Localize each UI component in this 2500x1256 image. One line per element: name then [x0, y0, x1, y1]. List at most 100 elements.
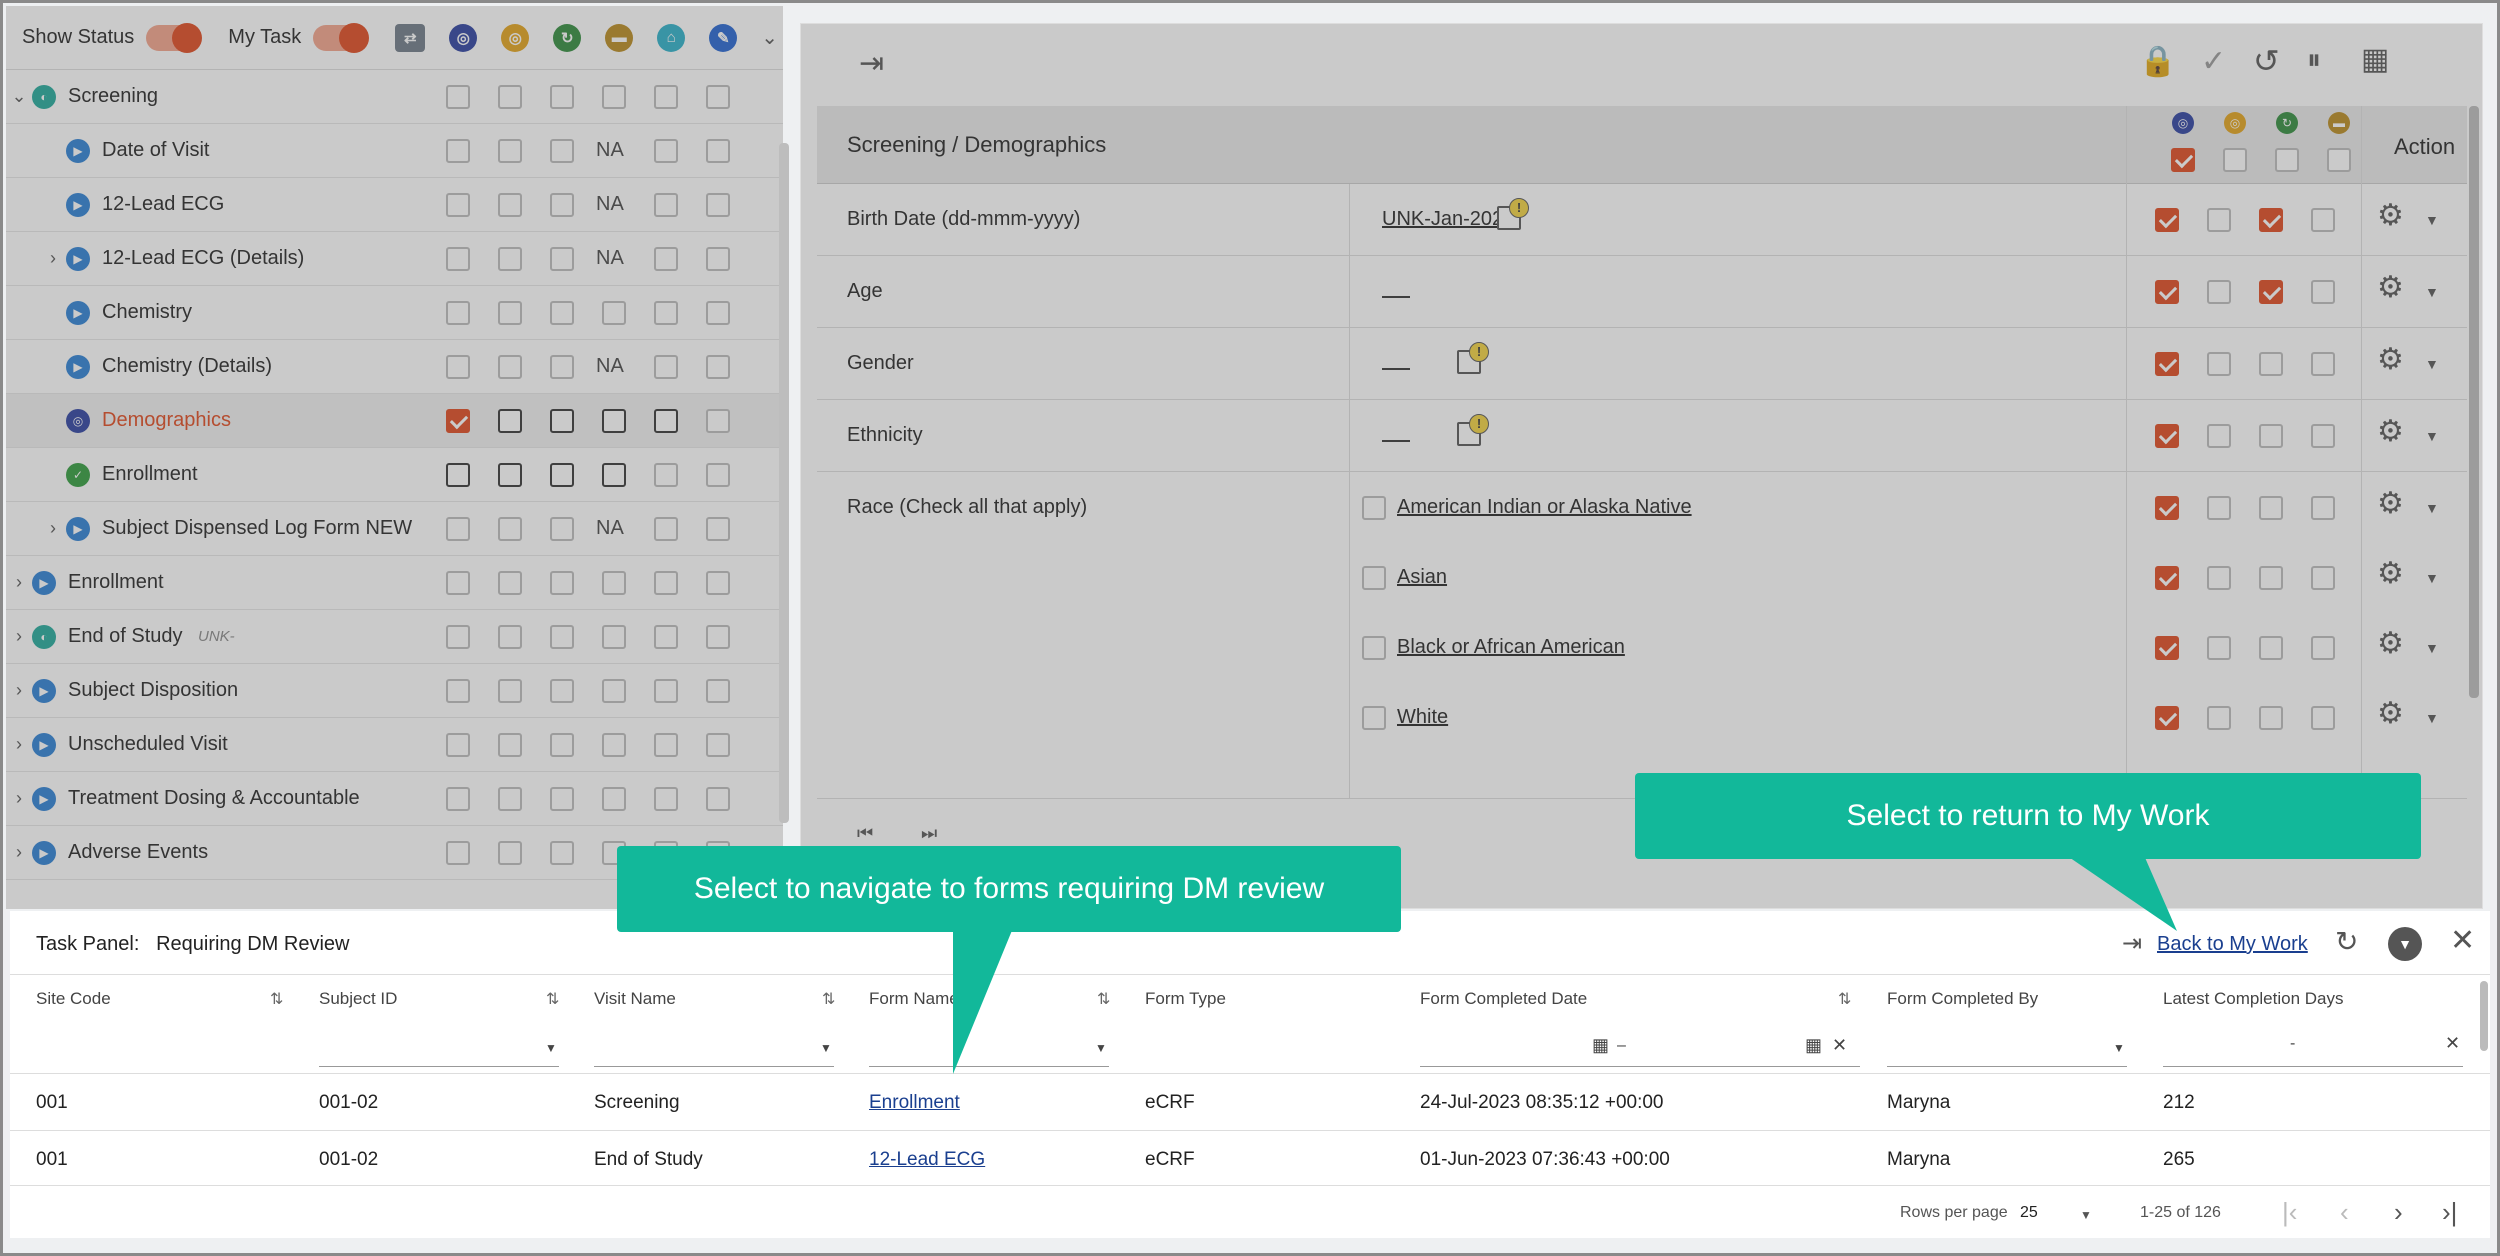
- checkbox[interactable]: [654, 192, 678, 217]
- caret-down-icon[interactable]: ▼: [2113, 1041, 2125, 1055]
- race-option-checkbox[interactable]: [1362, 706, 1386, 730]
- caret-down-icon[interactable]: ▼: [2425, 428, 2439, 444]
- checkbox[interactable]: [654, 786, 678, 811]
- checkbox[interactable]: [550, 516, 574, 541]
- caret-down-icon[interactable]: ▼: [2425, 284, 2439, 300]
- checkbox[interactable]: [2311, 352, 2335, 376]
- gear-icon[interactable]: ⚙: [2377, 198, 2404, 233]
- header-checkbox[interactable]: [2223, 148, 2247, 172]
- checkbox[interactable]: [654, 678, 678, 703]
- checkbox[interactable]: [706, 786, 730, 811]
- column-header-subject-id[interactable]: Subject ID: [319, 989, 397, 1009]
- checkbox[interactable]: [602, 300, 626, 325]
- gear-icon[interactable]: ⚙: [2377, 270, 2404, 305]
- query-note-icon[interactable]: [1497, 198, 1529, 230]
- race-option-label[interactable]: Asian: [1397, 566, 1447, 589]
- checkbox[interactable]: [498, 192, 522, 217]
- collapse-panel-icon[interactable]: ▼: [2388, 927, 2422, 961]
- race-option-checkbox[interactable]: [1362, 566, 1386, 590]
- checkbox[interactable]: [446, 192, 470, 217]
- checkbox-checked[interactable]: [2155, 706, 2179, 730]
- checkbox-checked[interactable]: [2155, 280, 2179, 304]
- checkbox[interactable]: [2311, 424, 2335, 448]
- checkbox[interactable]: [2207, 706, 2231, 730]
- checkbox[interactable]: [446, 84, 470, 109]
- checkbox[interactable]: [706, 138, 730, 163]
- visit-name-filter[interactable]: [594, 1041, 834, 1067]
- checkbox[interactable]: [2207, 636, 2231, 660]
- subject-id-filter[interactable]: [319, 1041, 559, 1067]
- checkbox[interactable]: [706, 462, 730, 487]
- checkbox-checked[interactable]: [2155, 566, 2179, 590]
- exit-icon[interactable]: ⇥: [859, 46, 884, 81]
- race-option-label[interactable]: Black or African American: [1397, 636, 1625, 659]
- lock-status-icon[interactable]: ⌂: [657, 23, 686, 52]
- checkbox[interactable]: [550, 624, 574, 649]
- checkbox[interactable]: [2311, 496, 2335, 520]
- completion-days-filter[interactable]: [2163, 1041, 2463, 1067]
- checkbox[interactable]: [550, 192, 574, 217]
- checkbox[interactable]: [550, 570, 574, 595]
- tree-item-subject-dispensed-log[interactable]: › ▶ Subject Dispensed Log Form NEW NA: [6, 502, 783, 556]
- race-option-checkbox[interactable]: [1362, 636, 1386, 660]
- checkbox[interactable]: [446, 840, 470, 865]
- birth-date-value[interactable]: UNK-Jan-2021: [1382, 208, 1514, 231]
- show-status-toggle[interactable]: [146, 22, 203, 53]
- clear-icon[interactable]: ✕: [1832, 1035, 1847, 1056]
- lock-icon[interactable]: 🔒: [2139, 44, 2176, 79]
- checkbox-checked[interactable]: [2155, 636, 2179, 660]
- checkbox[interactable]: [706, 300, 730, 325]
- check-icon[interactable]: ✓: [2201, 44, 2226, 79]
- gear-icon[interactable]: ⚙: [2377, 556, 2404, 591]
- checkbox[interactable]: [446, 138, 470, 163]
- tree-item-12-lead-ecg[interactable]: ▶ 12-Lead ECG NA: [6, 178, 783, 232]
- checkbox[interactable]: [654, 516, 678, 541]
- checkbox[interactable]: [498, 570, 522, 595]
- freeze-icon[interactable]: ▦: [2361, 42, 2389, 77]
- checkbox-checked[interactable]: [2259, 208, 2283, 232]
- next-page-icon[interactable]: ›: [2394, 1197, 2403, 1228]
- checkbox[interactable]: [2259, 566, 2283, 590]
- review-status-icon[interactable]: ◎: [449, 23, 478, 52]
- assign-user-icon[interactable]: ⇄: [395, 23, 426, 52]
- close-icon[interactable]: ✕: [2450, 923, 2475, 958]
- checkbox[interactable]: [498, 354, 522, 379]
- tree-item-enrollment-form[interactable]: ✓ Enrollment: [6, 448, 783, 502]
- checkbox[interactable]: [654, 354, 678, 379]
- checkbox[interactable]: [550, 300, 574, 325]
- checkbox[interactable]: [706, 84, 730, 109]
- checkbox[interactable]: [654, 462, 678, 487]
- header-checkbox[interactable]: [2327, 148, 2351, 172]
- refresh-icon[interactable]: ↻: [2335, 925, 2358, 958]
- tree-item-demographics[interactable]: ◎ Demographics: [6, 394, 783, 448]
- checkbox[interactable]: [498, 84, 522, 109]
- checkbox[interactable]: [550, 354, 574, 379]
- checkbox[interactable]: [2207, 208, 2231, 232]
- checkbox[interactable]: [446, 300, 470, 325]
- checkbox[interactable]: [446, 624, 470, 649]
- checkbox[interactable]: [498, 786, 522, 811]
- caret-down-icon[interactable]: ▼: [820, 1041, 832, 1055]
- column-header-site-code[interactable]: Site Code: [36, 989, 111, 1009]
- checkbox[interactable]: [602, 570, 626, 595]
- back-to-my-work-link[interactable]: Back to My Work: [2157, 933, 2308, 956]
- tree-item-subject-disposition[interactable]: › ▶ Subject Disposition: [6, 664, 783, 718]
- caret-down-icon[interactable]: ▼: [2080, 1208, 2092, 1222]
- form-link[interactable]: 12-Lead ECG: [869, 1149, 985, 1171]
- header-checkbox-checked[interactable]: [2171, 148, 2195, 172]
- checkbox[interactable]: [2311, 706, 2335, 730]
- tree-item-12-lead-ecg-details[interactable]: › ▶ 12-Lead ECG (Details) NA: [6, 232, 783, 286]
- caret-down-icon[interactable]: ▼: [545, 1041, 557, 1055]
- checkbox[interactable]: [602, 462, 626, 487]
- checkbox[interactable]: [2259, 636, 2283, 660]
- checkbox[interactable]: [550, 408, 574, 433]
- checkbox[interactable]: [2259, 706, 2283, 730]
- checkbox-checked[interactable]: [2259, 280, 2283, 304]
- calendar-icon[interactable]: ▦: [1805, 1035, 1822, 1056]
- column-header-form-type[interactable]: Form Type: [1145, 989, 1226, 1009]
- checkbox[interactable]: [2311, 208, 2335, 232]
- checkbox[interactable]: [2259, 424, 2283, 448]
- checkbox[interactable]: [706, 570, 730, 595]
- gear-icon[interactable]: ⚙: [2377, 414, 2404, 449]
- checkbox[interactable]: [706, 732, 730, 757]
